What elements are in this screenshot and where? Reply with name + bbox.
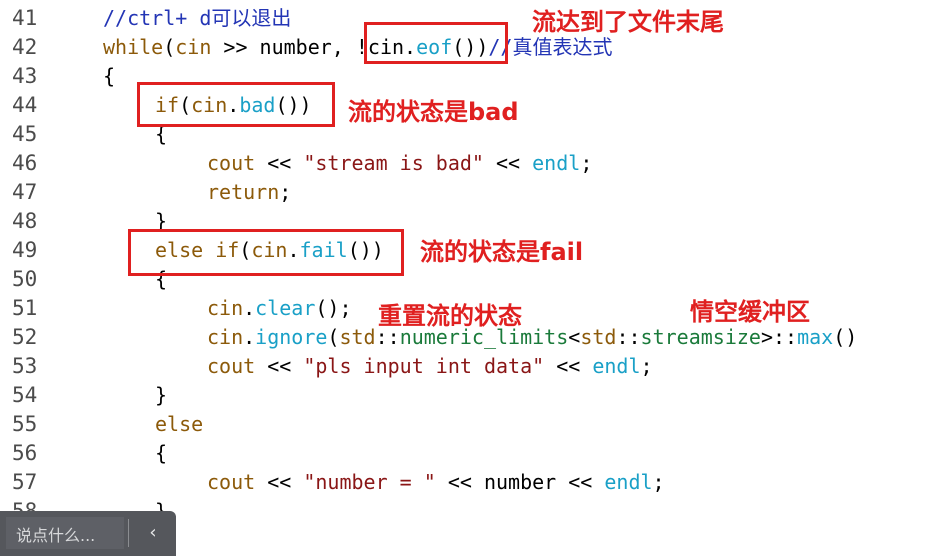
string-literal: "stream is bad" (303, 151, 484, 175)
token: ; (652, 470, 665, 494)
comment-bar: 说点什么... ‹ (0, 511, 176, 556)
keyword: while (103, 35, 164, 59)
token: << (255, 470, 304, 494)
token: :: (616, 325, 641, 349)
line-number: 44 (12, 93, 38, 117)
token: >> number, (211, 35, 356, 59)
line-number: 57 (12, 470, 38, 494)
token: ; (580, 151, 593, 175)
line-number: 45 (12, 122, 38, 146)
token: . (243, 325, 256, 349)
line-number: 48 (12, 209, 38, 233)
code-text: cin.ignore(std::numeric_limits<std::stre… (207, 323, 857, 352)
fail-annotation: 流的状态是fail (420, 238, 584, 266)
line-number: 49 (12, 238, 38, 262)
function-name: endl (592, 354, 641, 378)
clear-annotation: 重置流的状态 (378, 302, 522, 330)
function-name: max (797, 325, 834, 349)
string-literal: "pls input int data" (303, 354, 545, 378)
keyword: cout (207, 470, 256, 494)
keyword: cin (175, 35, 212, 59)
token: << (255, 151, 304, 175)
divider (128, 519, 129, 547)
comment-text-cn: 可以退出 (211, 6, 292, 30)
code-line-53: 53 cout << "pls input int data" << endl; (0, 352, 927, 381)
ignore-annotation: 情空缓冲区 (690, 298, 810, 326)
code-line-55: 55 else (0, 410, 927, 439)
fail-highlight-box (128, 229, 404, 276)
token: ; (640, 354, 653, 378)
token: ( (327, 325, 340, 349)
code-text: cin.clear(); (207, 294, 352, 323)
function-name: ignore (255, 325, 328, 349)
code-line-56: 56 { (0, 439, 927, 468)
code-line-57: 57 cout << "number = " << number << endl… (0, 468, 927, 497)
line-number: 47 (12, 180, 38, 204)
keyword: std (339, 325, 376, 349)
comment-text: //ctrl+ d (103, 6, 212, 30)
keyword: cout (207, 354, 256, 378)
type-name: streamsize (640, 325, 761, 349)
bad-annotation: 流的状态是bad (348, 98, 519, 126)
keyword: std (580, 325, 617, 349)
line-number: 56 (12, 441, 38, 465)
code-editor: 41 //ctrl+ d可以退出 42 while(cin >> number,… (0, 0, 927, 556)
line-number: 51 (12, 296, 38, 320)
comment-placeholder[interactable]: 说点什么... (16, 522, 95, 546)
token: ( (163, 35, 176, 59)
line-number: 43 (12, 64, 38, 88)
keyword: return (207, 180, 280, 204)
line-number: 46 (12, 151, 38, 175)
eof-highlight-box (364, 22, 508, 64)
line-number: 53 (12, 354, 38, 378)
chevron-left-icon[interactable]: ‹ (138, 517, 168, 549)
line-number: 54 (12, 383, 38, 407)
token: << (255, 354, 304, 378)
function-name: endl (604, 470, 653, 494)
code-text: { (103, 64, 116, 88)
keyword: cin (207, 325, 244, 349)
line-number: 55 (12, 412, 38, 436)
line-number: 52 (12, 325, 38, 349)
token: << (544, 354, 593, 378)
eof-annotation: 流达到了文件末尾 (532, 8, 724, 36)
token: . (243, 296, 256, 320)
function-name: clear (255, 296, 316, 320)
code-text: return; (207, 178, 291, 207)
code-text: cout << "number = " << number << endl; (207, 468, 665, 497)
code-line-47: 47 return; (0, 178, 927, 207)
code-text: else (155, 412, 204, 436)
function-name: endl (532, 151, 581, 175)
token: >:: (760, 325, 798, 349)
line-number: 42 (12, 35, 38, 59)
keyword: cin (207, 296, 244, 320)
code-text: cout << "pls input int data" << endl; (207, 352, 653, 381)
code-text: while(cin >> number, !cin.eof())//真值表达式 (103, 33, 612, 62)
code-text: { (155, 441, 168, 465)
line-number: 41 (12, 6, 38, 30)
bad-highlight-box (137, 82, 335, 127)
code-text: //ctrl+ d可以退出 (103, 4, 291, 33)
token: ; (279, 180, 292, 204)
keyword: cout (207, 151, 256, 175)
token: << number << (435, 470, 605, 494)
comment-text-cn: 真值表达式 (512, 35, 613, 59)
code-line-54: 54 } (0, 381, 927, 410)
token: << (483, 151, 533, 175)
token: () (833, 325, 858, 349)
line-number: 50 (12, 267, 38, 291)
string-literal: "number = " (303, 470, 436, 494)
token: (); (315, 296, 352, 320)
code-line-46: 46 cout << "stream is bad" << endl; (0, 149, 927, 178)
code-text: cout << "stream is bad" << endl; (207, 149, 592, 178)
token: < (568, 325, 581, 349)
code-text: } (155, 383, 168, 407)
